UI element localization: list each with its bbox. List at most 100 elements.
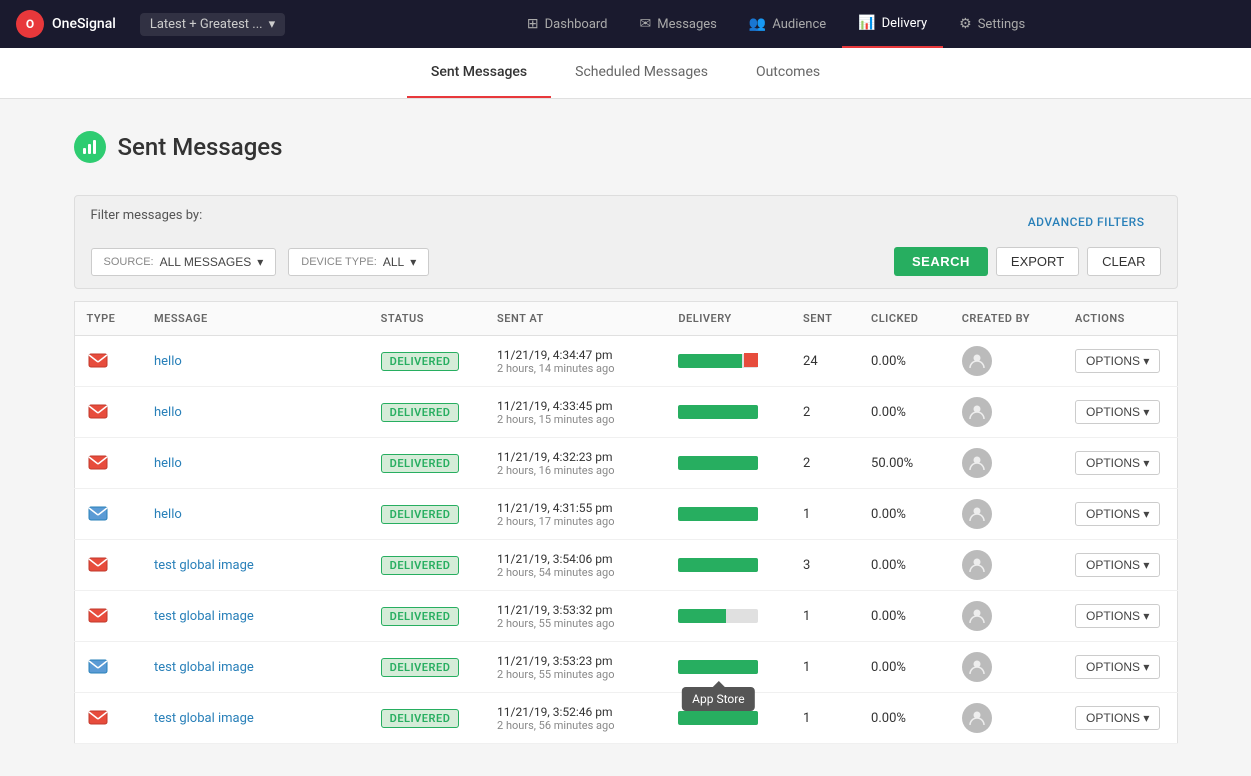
tab-sent-messages[interactable]: Sent Messages xyxy=(407,48,551,98)
options-button[interactable]: OPTIONS ▾ xyxy=(1075,349,1160,373)
search-button[interactable]: SEARCH xyxy=(894,247,988,276)
options-button[interactable]: OPTIONS ▾ xyxy=(1075,706,1160,730)
nav-audience[interactable]: 👥 Audience xyxy=(733,0,842,48)
delivery-bar-background xyxy=(678,711,758,725)
messages-table: TYPE MESSAGE STATUS SENT AT DELIVERY SEN… xyxy=(74,301,1178,744)
cell-status: DELIVERED xyxy=(369,642,485,693)
cell-clicked-rate: 0.00% xyxy=(859,642,950,693)
cell-status: DELIVERED xyxy=(369,387,485,438)
avatar xyxy=(962,397,992,427)
delivery-icon: 📊 xyxy=(858,15,875,31)
cell-sent-at: 11/21/19, 4:32:23 pm2 hours, 16 minutes … xyxy=(485,438,666,489)
cell-sent-count: 1 xyxy=(791,693,859,744)
avatar xyxy=(962,448,992,478)
sent-at-relative: 2 hours, 55 minutes ago xyxy=(497,668,654,681)
cell-sent-at: 11/21/19, 4:33:45 pm2 hours, 15 minutes … xyxy=(485,387,666,438)
cell-message: test global image xyxy=(142,591,369,642)
options-button[interactable]: OPTIONS ▾ xyxy=(1075,604,1160,628)
cell-created-by xyxy=(950,336,1063,387)
sent-at-relative: 2 hours, 54 minutes ago xyxy=(497,566,654,579)
message-link[interactable]: hello xyxy=(154,354,182,369)
cell-actions: OPTIONS ▾ xyxy=(1063,387,1177,438)
cell-created-by xyxy=(950,387,1063,438)
cell-message: test global image xyxy=(142,642,369,693)
cell-actions: OPTIONS ▾ xyxy=(1063,489,1177,540)
cell-delivery xyxy=(666,438,791,489)
cell-status: DELIVERED xyxy=(369,693,485,744)
source-value: ALL MESSAGES xyxy=(160,255,252,269)
cell-type xyxy=(74,540,142,591)
col-header-status: STATUS xyxy=(369,302,485,336)
app-selector-label: Latest + Greatest ... xyxy=(150,17,263,32)
cell-type xyxy=(74,591,142,642)
device-label: DEVICE TYPE: xyxy=(301,256,377,268)
cell-clicked-rate: 50.00% xyxy=(859,438,950,489)
message-link[interactable]: test global image xyxy=(154,711,254,726)
nav-delivery[interactable]: 📊 Delivery xyxy=(842,0,943,48)
cell-message: hello xyxy=(142,336,369,387)
nav-audience-label: Audience xyxy=(772,17,826,32)
options-button[interactable]: OPTIONS ▾ xyxy=(1075,655,1160,679)
cell-type xyxy=(74,387,142,438)
options-button[interactable]: OPTIONS ▾ xyxy=(1075,451,1160,475)
cell-created-by xyxy=(950,693,1063,744)
message-link[interactable]: hello xyxy=(154,405,182,420)
filter-label: Filter messages by: xyxy=(91,208,203,223)
messages-icon: ✉ xyxy=(640,16,652,32)
delivery-bar-background xyxy=(678,660,758,674)
options-button[interactable]: OPTIONS ▾ xyxy=(1075,502,1160,526)
nav-messages[interactable]: ✉ Messages xyxy=(624,0,733,48)
delivery-bar-fill xyxy=(678,609,726,623)
table-row: helloDELIVERED11/21/19, 4:32:23 pm2 hour… xyxy=(74,438,1177,489)
message-type-icon xyxy=(87,708,115,728)
status-badge: DELIVERED xyxy=(381,352,460,371)
delivery-bar-fill xyxy=(678,711,758,725)
cell-actions: OPTIONS ▾ xyxy=(1063,642,1177,693)
cell-sent-count: 1 xyxy=(791,642,859,693)
message-type-icon xyxy=(87,402,115,422)
nav-settings-label: Settings xyxy=(978,17,1025,32)
brand-logo[interactable]: O OneSignal xyxy=(16,10,116,38)
cell-message: test global image xyxy=(142,540,369,591)
cell-sent-count: 3 xyxy=(791,540,859,591)
source-filter-button[interactable]: SOURCE: ALL MESSAGES ▾ xyxy=(91,248,277,276)
source-chevron-icon: ▾ xyxy=(257,255,263,269)
cell-sent-count: 24 xyxy=(791,336,859,387)
avatar xyxy=(962,703,992,733)
options-button[interactable]: OPTIONS ▾ xyxy=(1075,400,1160,424)
nav-dashboard[interactable]: ⊞ Dashboard xyxy=(511,0,624,48)
cell-actions: OPTIONS ▾ xyxy=(1063,438,1177,489)
delivery-bar xyxy=(678,506,758,522)
options-button[interactable]: OPTIONS ▾ xyxy=(1075,553,1160,577)
cell-delivery xyxy=(666,693,791,744)
message-type-icon xyxy=(87,606,115,626)
filter-section: Filter messages by: ADVANCED FILTERS SOU… xyxy=(74,195,1178,289)
delivery-bar-background xyxy=(678,558,758,572)
app-selector[interactable]: Latest + Greatest ... ▾ xyxy=(140,13,285,36)
export-button[interactable]: EXPORT xyxy=(996,247,1079,276)
col-header-created-by: CREATED BY xyxy=(950,302,1063,336)
device-chevron-icon: ▾ xyxy=(410,255,416,269)
message-link[interactable]: hello xyxy=(154,456,182,471)
advanced-filters-link[interactable]: ADVANCED FILTERS xyxy=(1028,215,1145,229)
col-header-delivery: DELIVERY xyxy=(666,302,791,336)
status-badge: DELIVERED xyxy=(381,709,460,728)
clear-button[interactable]: CLEAR xyxy=(1087,247,1160,276)
filter-controls: SOURCE: ALL MESSAGES ▾ DEVICE TYPE: ALL … xyxy=(91,247,1161,276)
nav-settings[interactable]: ⚙ Settings xyxy=(943,0,1041,48)
sent-at-timestamp: 11/21/19, 4:34:47 pm xyxy=(497,348,654,362)
table-row: test global imageDELIVERED11/21/19, 3:53… xyxy=(74,642,1177,693)
brand-name: OneSignal xyxy=(52,16,116,32)
cell-type xyxy=(74,489,142,540)
tab-outcomes[interactable]: Outcomes xyxy=(732,48,844,98)
tab-scheduled-messages[interactable]: Scheduled Messages xyxy=(551,48,732,98)
device-value: ALL xyxy=(383,255,404,269)
message-type-icon xyxy=(87,351,115,371)
cell-type xyxy=(74,438,142,489)
message-link[interactable]: test global image xyxy=(154,609,254,624)
status-badge: DELIVERED xyxy=(381,607,460,626)
message-link[interactable]: hello xyxy=(154,507,182,522)
device-filter-button[interactable]: DEVICE TYPE: ALL ▾ xyxy=(288,248,429,276)
cell-created-by xyxy=(950,489,1063,540)
message-link[interactable]: test global image xyxy=(154,558,254,573)
